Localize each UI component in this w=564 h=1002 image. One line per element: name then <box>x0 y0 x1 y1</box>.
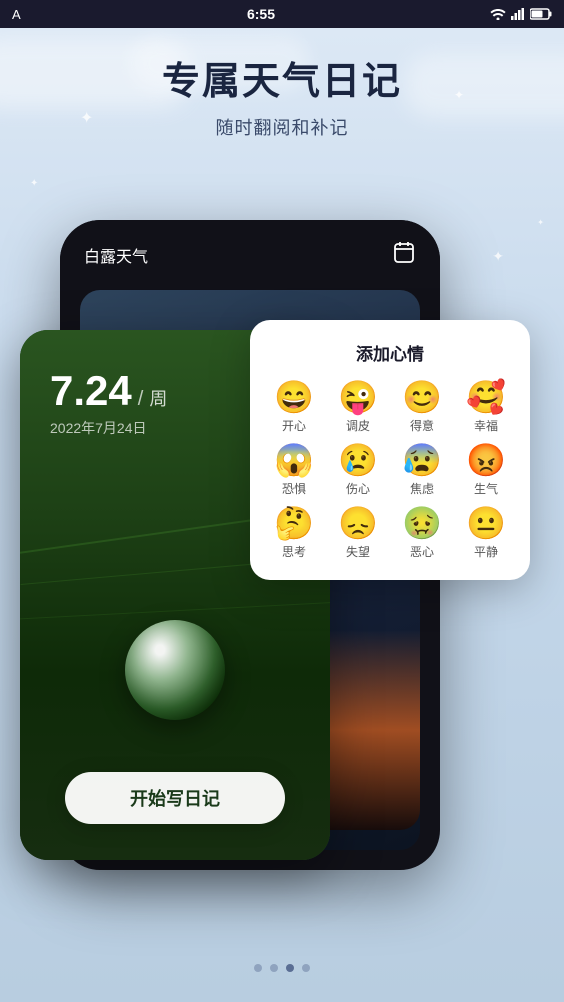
sparkle-4: ✦ <box>537 218 544 227</box>
mood-emoji-调皮: 😜 <box>338 381 378 413</box>
mood-grid: 😄 开心 😜 调皮 😊 得意 🥰 幸福 😱 恐惧 😢 伤心 😰 焦虑 😡 生气 🤔 思考 😞 失望 🤢 恶心 😐 平静 <box>266 381 514 560</box>
mood-item-生气[interactable]: 😡 生气 <box>458 444 514 497</box>
battery-icon <box>530 8 552 20</box>
mood-item-思考[interactable]: 🤔 思考 <box>266 507 322 560</box>
mood-emoji-平静: 😐 <box>466 507 506 539</box>
mood-item-失望[interactable]: 😞 失望 <box>330 507 386 560</box>
mood-item-恶心[interactable]: 🤢 恶心 <box>394 507 450 560</box>
calendar-svg <box>392 240 416 264</box>
mood-item-伤心[interactable]: 😢 伤心 <box>330 444 386 497</box>
dot-4 <box>302 964 310 972</box>
mood-popup: 添加心情 😄 开心 😜 调皮 😊 得意 🥰 幸福 😱 恐惧 😢 伤心 😰 焦虑 😡 生气 🤔 思考 😞 失望 🤢 恶心 😐 平… <box>250 320 530 580</box>
title-section: 专属天气日记 随时翻阅和补记 <box>0 60 564 140</box>
date-separator: / <box>138 388 144 411</box>
wifi-icon <box>490 8 506 20</box>
status-time: 6:55 <box>247 6 275 22</box>
mood-item-得意[interactable]: 😊 得意 <box>394 381 450 434</box>
sparkle-3: ✦ <box>492 248 504 265</box>
diary-date-full: 2022年7月24日 <box>50 418 167 438</box>
mood-emoji-失望: 😞 <box>338 507 378 539</box>
sparkle-2: ✦ <box>30 178 38 189</box>
mood-emoji-伤心: 😢 <box>338 444 378 476</box>
mood-label-恶心: 恶心 <box>410 543 434 560</box>
mood-item-幸福[interactable]: 🥰 幸福 <box>458 381 514 434</box>
mood-label-生气: 生气 <box>474 480 498 497</box>
mood-emoji-幸福: 🥰 <box>466 381 506 413</box>
mood-popup-title: 添加心情 <box>266 340 514 365</box>
sub-title: 随时翻阅和补记 <box>0 114 564 140</box>
diary-date: 7.24 / 周 2022年7月24日 <box>50 370 167 438</box>
diary-week-label: 周 <box>149 385 167 411</box>
mood-item-焦虑[interactable]: 😰 焦虑 <box>394 444 450 497</box>
calendar-icon <box>392 240 416 270</box>
mood-label-焦虑: 焦虑 <box>410 480 434 497</box>
mood-label-调皮: 调皮 <box>346 417 370 434</box>
mood-item-恐惧[interactable]: 😱 恐惧 <box>266 444 322 497</box>
mood-item-平静[interactable]: 😐 平静 <box>458 507 514 560</box>
phone-app-name: 白露天气 <box>84 243 148 267</box>
mood-emoji-开心: 😄 <box>274 381 314 413</box>
start-diary-button[interactable]: 开始写日记 <box>65 772 285 824</box>
status-icons <box>490 8 552 20</box>
dot-3 <box>286 964 294 972</box>
mood-emoji-焦虑: 😰 <box>402 444 442 476</box>
signal-icon <box>511 8 525 20</box>
dot-1 <box>254 964 262 972</box>
mood-label-平静: 平静 <box>474 543 498 560</box>
mood-label-得意: 得意 <box>410 417 434 434</box>
phone-header: 白露天气 <box>60 220 440 282</box>
diary-date-number: 7.24 <box>50 370 132 412</box>
mood-label-幸福: 幸福 <box>474 417 498 434</box>
status-bar: A 6:55 <box>0 0 564 28</box>
mood-item-开心[interactable]: 😄 开心 <box>266 381 322 434</box>
dot-2 <box>270 964 278 972</box>
mood-emoji-生气: 😡 <box>466 444 506 476</box>
mood-item-调皮[interactable]: 😜 调皮 <box>330 381 386 434</box>
mood-emoji-恐惧: 😱 <box>274 444 314 476</box>
mood-label-思考: 思考 <box>282 543 306 560</box>
water-drop <box>125 620 225 720</box>
mood-emoji-恶心: 🤢 <box>402 507 442 539</box>
main-title: 专属天气日记 <box>0 60 564 106</box>
mood-emoji-得意: 😊 <box>402 381 442 413</box>
mood-emoji-思考: 🤔 <box>274 507 314 539</box>
mood-label-伤心: 伤心 <box>346 480 370 497</box>
mood-label-恐惧: 恐惧 <box>282 480 306 497</box>
mood-label-失望: 失望 <box>346 543 370 560</box>
water-drop-container <box>125 620 225 740</box>
status-left-label: A <box>12 7 32 22</box>
pagination-dots <box>0 964 564 972</box>
mood-label-开心: 开心 <box>282 417 306 434</box>
